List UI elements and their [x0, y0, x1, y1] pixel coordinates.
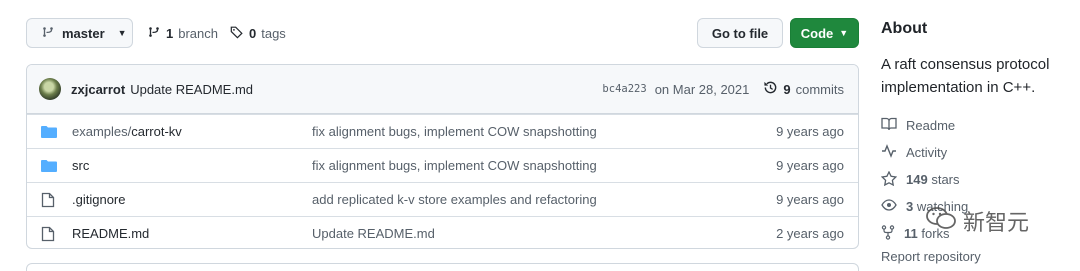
commit-date: on Mar 28, 2021: [654, 81, 750, 97]
file-name[interactable]: .gitignore: [72, 192, 312, 207]
watermark: 新智元: [925, 205, 1029, 237]
repo-toolbar: master ▼ 1 branch 0 tags Go to file Code…: [26, 18, 859, 48]
file-commit-message[interactable]: add replicated k-v store examples and re…: [312, 192, 754, 207]
file-list-box: zxjcarrot Update README.md bc4a223 on Ma…: [26, 64, 859, 249]
tag-icon: [230, 25, 244, 42]
file-row[interactable]: README.md Update README.md 2 years ago: [27, 216, 858, 248]
folder-icon: [41, 125, 59, 139]
about-title: About: [881, 20, 928, 37]
file-commit-message[interactable]: fix alignment bugs, implement COW snapsh…: [312, 158, 754, 173]
go-to-file-button[interactable]: Go to file: [697, 18, 783, 48]
pulse-icon: [881, 144, 897, 161]
forks-count: 11: [904, 226, 918, 241]
file-age: 9 years ago: [776, 158, 844, 173]
tags-link[interactable]: 0 tags: [230, 25, 286, 42]
report-repository-link[interactable]: Report repository: [881, 249, 1071, 264]
readme-box: [26, 263, 859, 271]
chevron-down-icon: ▼: [117, 28, 127, 38]
branch-name: master: [62, 25, 105, 41]
stars-count: 149: [906, 172, 928, 187]
commit-message[interactable]: Update README.md: [130, 82, 253, 97]
branch-selector-button[interactable]: master ▼: [26, 18, 133, 48]
chevron-down-icon: ▼: [839, 28, 849, 38]
file-icon: [41, 192, 59, 208]
activity-link[interactable]: Activity: [881, 139, 1071, 166]
about-description: A raft consensus protocol implementation…: [881, 56, 1050, 96]
commits-history-link[interactable]: 9 commits: [763, 80, 844, 98]
file-row[interactable]: src fix alignment bugs, implement COW sn…: [27, 148, 858, 182]
stars-link[interactable]: 149 stars: [880, 166, 1071, 193]
branches-label: branch: [178, 26, 218, 41]
file-age: 9 years ago: [776, 124, 844, 139]
file-name[interactable]: README.md: [72, 226, 312, 241]
file-name-text: .gitignore: [72, 192, 126, 207]
eye-icon: [881, 199, 897, 214]
file-age: 2 years ago: [776, 226, 844, 241]
readme-link[interactable]: Readme: [881, 112, 1071, 139]
commit-meta: bc4a223 on Mar 28, 2021 9 commits: [602, 80, 844, 98]
avatar[interactable]: [39, 78, 61, 100]
folder-icon: [41, 159, 59, 173]
file-commit-message[interactable]: Update README.md: [312, 226, 754, 241]
readme-label: Readme: [906, 118, 956, 133]
branches-count: 1: [166, 26, 174, 41]
file-path-prefix: examples/: [72, 124, 132, 139]
commits-count: 9: [783, 81, 791, 97]
file-name-text: README.md: [72, 226, 150, 241]
file-commit-message[interactable]: fix alignment bugs, implement COW snapsh…: [312, 124, 754, 139]
wechat-logo-icon: [925, 205, 957, 237]
commit-hash[interactable]: bc4a223: [602, 83, 646, 95]
git-branch-icon: [147, 25, 161, 42]
star-icon: [880, 170, 898, 189]
file-name[interactable]: examples/carrot-kv: [72, 124, 312, 139]
stars-label: stars: [931, 172, 960, 187]
latest-commit-bar: zxjcarrot Update README.md bc4a223 on Ma…: [27, 65, 858, 114]
file-row[interactable]: examples/carrot-kv fix alignment bugs, i…: [27, 114, 858, 148]
file-name-text: src: [72, 158, 90, 173]
file-name[interactable]: src: [72, 158, 312, 173]
book-icon: [881, 117, 897, 134]
commit-author[interactable]: zxjcarrot: [71, 82, 125, 97]
activity-label: Activity: [906, 145, 948, 160]
commits-label: commits: [795, 81, 844, 97]
branches-link[interactable]: 1 branch: [147, 25, 218, 42]
git-branch-icon: [41, 25, 55, 42]
file-name-text: carrot-kv: [131, 124, 182, 139]
tags-label: tags: [261, 26, 286, 41]
file-age: 9 years ago: [776, 192, 844, 207]
code-button-label: Code: [800, 25, 834, 41]
code-button[interactable]: Code ▼: [790, 18, 859, 48]
watching-count: 3: [906, 199, 914, 214]
file-row[interactable]: .gitignore add replicated k-v store exam…: [27, 182, 858, 216]
history-icon: [763, 80, 778, 98]
fork-icon: [881, 224, 895, 243]
tags-count: 0: [249, 26, 257, 41]
watermark-text: 新智元: [963, 210, 1030, 235]
file-icon: [41, 226, 59, 242]
